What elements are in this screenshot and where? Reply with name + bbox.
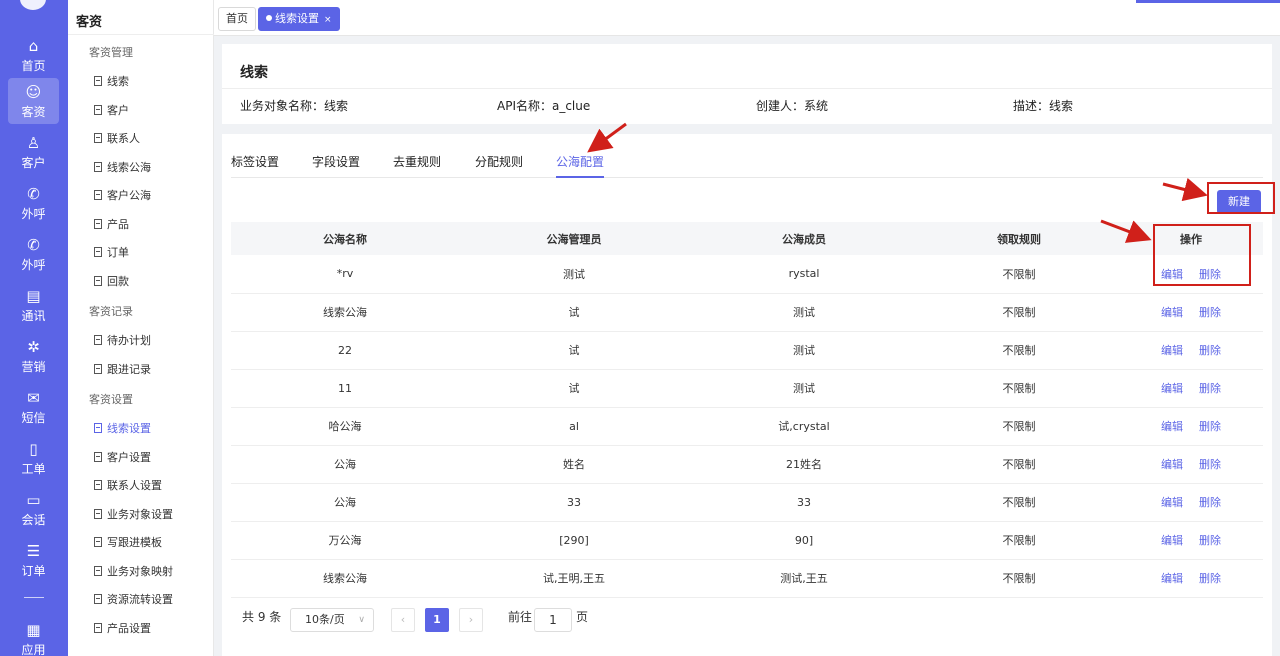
arrow-to-new xyxy=(1162,177,1208,202)
annotation-arrows xyxy=(587,122,1208,243)
arrow-to-actions xyxy=(1100,219,1152,243)
arrow-to-tab xyxy=(587,122,627,153)
